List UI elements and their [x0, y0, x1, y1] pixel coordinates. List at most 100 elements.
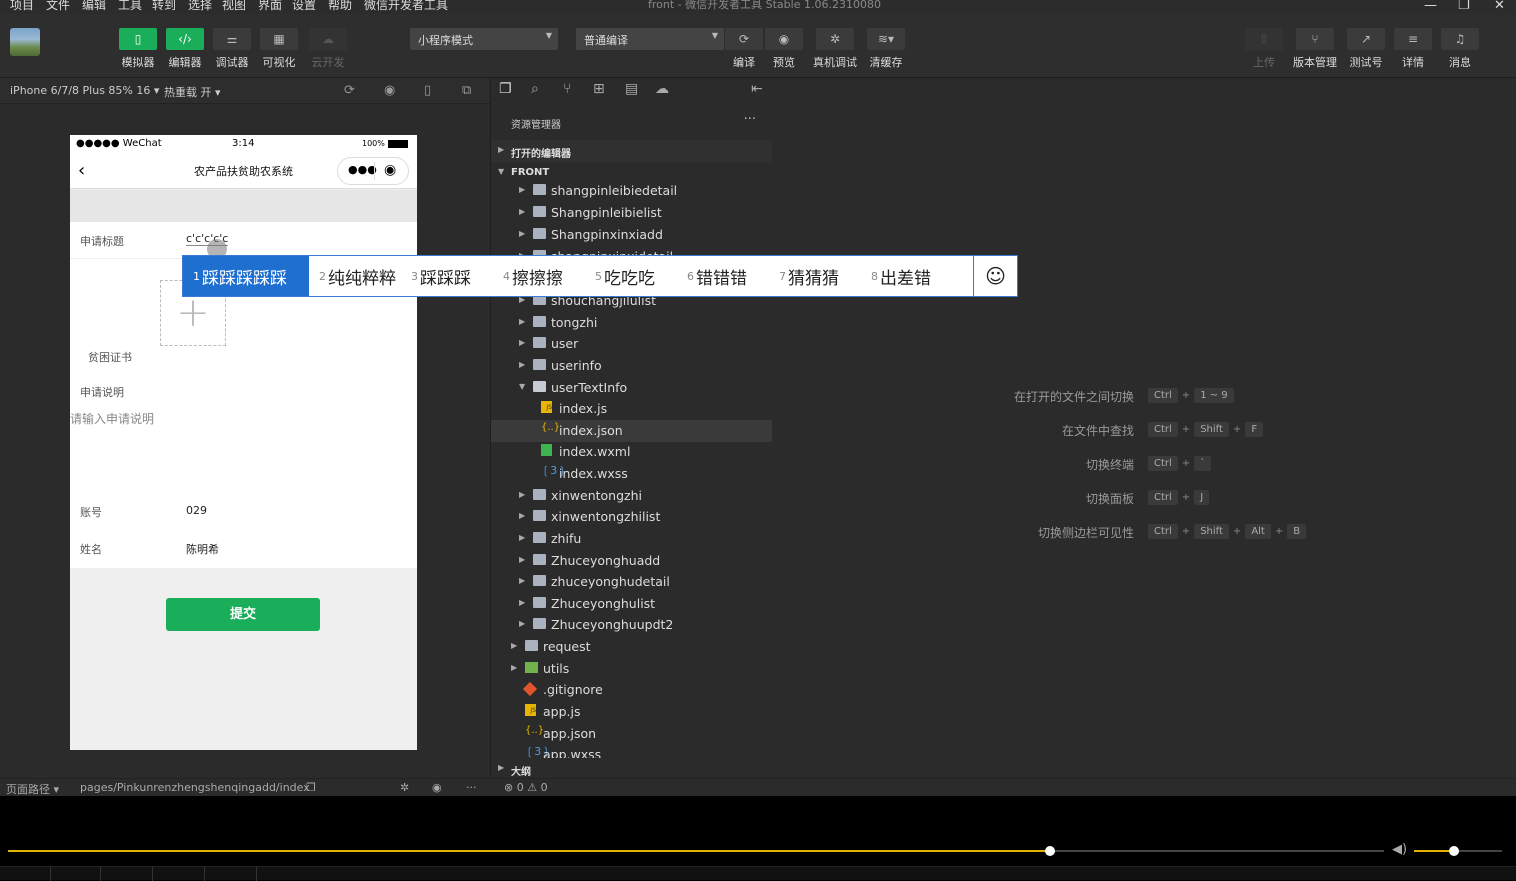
preview-button[interactable]: ◉ 预览: [764, 28, 804, 82]
tree-file[interactable]: JS index.js: [491, 398, 773, 420]
ime-candidate[interactable]: 4 擦擦擦: [493, 256, 585, 296]
tree-item-label: zhuceyonghudetail: [551, 574, 670, 589]
layout-icon[interactable]: ▤: [625, 81, 638, 97]
more-icon[interactable]: ···: [744, 112, 756, 127]
tree-folder[interactable]: ▶ zhifu: [491, 528, 773, 550]
stop-icon[interactable]: ◉: [384, 83, 395, 98]
hot-reload-toggle[interactable]: 热重载 开 ▾: [164, 84, 221, 100]
outline-section[interactable]: ▶ 大纲: [491, 758, 773, 780]
volume-slider[interactable]: [1414, 846, 1502, 856]
tree-folder[interactable]: ▶ request: [491, 636, 773, 658]
tree-file[interactable]: .gitignore: [491, 679, 773, 701]
ime-candidate[interactable]: 3 踩踩踩: [401, 256, 493, 296]
maximize-icon[interactable]: ❐: [1458, 0, 1470, 13]
tree-folder[interactable]: ▶ userinfo: [491, 355, 773, 377]
menu-wechat-devtools[interactable]: 微信开发者工具: [364, 0, 448, 13]
minimize-icon[interactable]: —: [1424, 0, 1437, 13]
problems-indicator[interactable]: ⊗ 0 ⚠ 0: [504, 781, 548, 794]
volume-handle[interactable]: [1448, 846, 1459, 856]
tree-folder[interactable]: ▼ userTextInfo: [491, 377, 773, 399]
page-path-select[interactable]: 页面路径 ▾: [6, 781, 59, 797]
tree-folder[interactable]: ▶ Shangpinxinxiadd: [491, 224, 773, 246]
debugger-button[interactable]: ⚌ 调试器: [212, 28, 252, 82]
editor-button[interactable]: ‹/› 编辑器: [165, 28, 205, 82]
details-button[interactable]: ≡ 详情: [1393, 28, 1433, 82]
tree-file[interactable]: index.wxml: [491, 441, 773, 463]
ime-candidate[interactable]: 6 错错错: [677, 256, 769, 296]
clear-cache-button[interactable]: ≋▾ 清缓存: [866, 28, 906, 82]
tree-file[interactable]: {..} index.json: [491, 420, 773, 442]
files-icon[interactable]: ❐: [499, 81, 512, 97]
extensions-icon[interactable]: ⊞: [593, 81, 605, 97]
remote-debug-label: 真机调试: [813, 56, 857, 69]
tree-file[interactable]: JS app.js: [491, 701, 773, 723]
collapse-panel-icon[interactable]: ⇤: [751, 81, 763, 97]
tree-folder[interactable]: ▶ user: [491, 333, 773, 355]
visual-button[interactable]: ▦ 可视化: [259, 28, 299, 82]
tree-folder[interactable]: ▶ Zhuceyonghuadd: [491, 550, 773, 572]
tree-item-label: userinfo: [551, 358, 602, 373]
tree-folder[interactable]: ▶ Zhuceyonghuupdt2: [491, 614, 773, 636]
close-mini-icon[interactable]: ◉: [384, 162, 396, 178]
tree-folder[interactable]: ▶ Shangpinleibielist: [491, 202, 773, 224]
upload-button[interactable]: ⇧ 上传: [1244, 28, 1284, 82]
mode-select[interactable]: 小程序模式 ▼: [410, 28, 558, 50]
ime-candidate[interactable]: 1 踩踩踩踩踩: [183, 256, 309, 296]
more-icon[interactable]: ···: [466, 781, 477, 794]
avatar[interactable]: [10, 28, 40, 56]
tree-folder[interactable]: ▶ xinwentongzhilist: [491, 506, 773, 528]
status-bar: 页面路径 ▾ pages/Pinkunrenzhengshenqingadd/i…: [0, 778, 1516, 796]
menu-help[interactable]: 帮助: [328, 0, 352, 13]
tree-folder[interactable]: ▶ shangpinleibiedetail: [491, 182, 773, 202]
menu-interface[interactable]: 界面: [258, 0, 282, 13]
seek-bar[interactable]: [8, 846, 1384, 856]
version-button[interactable]: ⑂ 版本管理: [1293, 28, 1337, 82]
tree-folder[interactable]: ▶ tongzhi: [491, 312, 773, 334]
candidate-number: 6: [687, 269, 694, 283]
open-editors-section[interactable]: ▶ 打开的编辑器: [491, 140, 773, 162]
menu-project[interactable]: 项目: [10, 0, 34, 13]
tree-folder[interactable]: ▶ xinwentongzhi: [491, 485, 773, 507]
more-icon[interactable]: ●●●: [348, 163, 377, 176]
emoji-icon[interactable]: ☺: [973, 256, 1017, 296]
menu-settings[interactable]: 设置: [292, 0, 316, 13]
seek-handle[interactable]: [1044, 846, 1055, 856]
tree-file[interactable]: {..} app.json: [491, 723, 773, 745]
copy-icon[interactable]: ❐: [306, 781, 316, 794]
tree-folder[interactable]: ▶ Zhuceyonghulist: [491, 593, 773, 615]
cloud-icon[interactable]: ☁: [655, 81, 669, 97]
source-control-icon[interactable]: ⑂: [563, 81, 571, 97]
compile-select[interactable]: 普通编译 ▼: [576, 28, 724, 50]
shortcut-keys: Ctrl + Shift + F: [1148, 422, 1264, 437]
tree-folder[interactable]: ▶ zhuceyonghudetail: [491, 571, 773, 593]
menu-view[interactable]: 视图: [222, 0, 246, 13]
close-icon[interactable]: ✕: [1494, 0, 1505, 13]
device-select[interactable]: iPhone 6/7/8 Plus 85% 16 ▾: [10, 84, 159, 97]
tree-folder[interactable]: ▶ utils: [491, 658, 773, 680]
menu-goto[interactable]: 转到: [152, 0, 176, 13]
cloud-dev-button[interactable]: ☁ 云开发: [308, 28, 348, 82]
ime-candidate[interactable]: 5 吃吃吃: [585, 256, 677, 296]
popout-icon[interactable]: ⧉: [462, 83, 471, 98]
remote-debug-button[interactable]: ✲ 真机调试: [813, 28, 857, 82]
volume-icon[interactable]: ◀︎): [1392, 842, 1407, 857]
settings-icon[interactable]: ✲: [400, 781, 409, 794]
test-account-button[interactable]: ↗ 测试号: [1346, 28, 1386, 82]
eye-icon[interactable]: ◉: [432, 781, 442, 794]
submit-button[interactable]: 提交: [166, 598, 320, 631]
menu-file[interactable]: 文件: [46, 0, 70, 13]
search-icon[interactable]: ⌕: [531, 81, 539, 97]
simulator-button[interactable]: ▯ 模拟器: [118, 28, 158, 82]
messages-button[interactable]: ♫ 消息: [1440, 28, 1480, 82]
menu-edit[interactable]: 编辑: [82, 0, 106, 13]
phone-icon[interactable]: ▯: [424, 83, 431, 98]
ime-candidate[interactable]: 7 猜猜猜: [769, 256, 861, 296]
tree-file[interactable]: ❲3❳ index.wxss: [491, 463, 773, 485]
description-textarea[interactable]: 请输入申请说明: [70, 410, 154, 427]
restart-icon[interactable]: ⟳: [344, 83, 355, 98]
ime-candidate[interactable]: 2 纯纯粹粹: [309, 256, 401, 296]
ime-candidate[interactable]: 8 出差错: [861, 256, 953, 296]
project-section[interactable]: ▼ FRONT: [491, 162, 773, 184]
menu-select[interactable]: 选择: [188, 0, 212, 13]
menu-tools[interactable]: 工具: [118, 0, 142, 13]
